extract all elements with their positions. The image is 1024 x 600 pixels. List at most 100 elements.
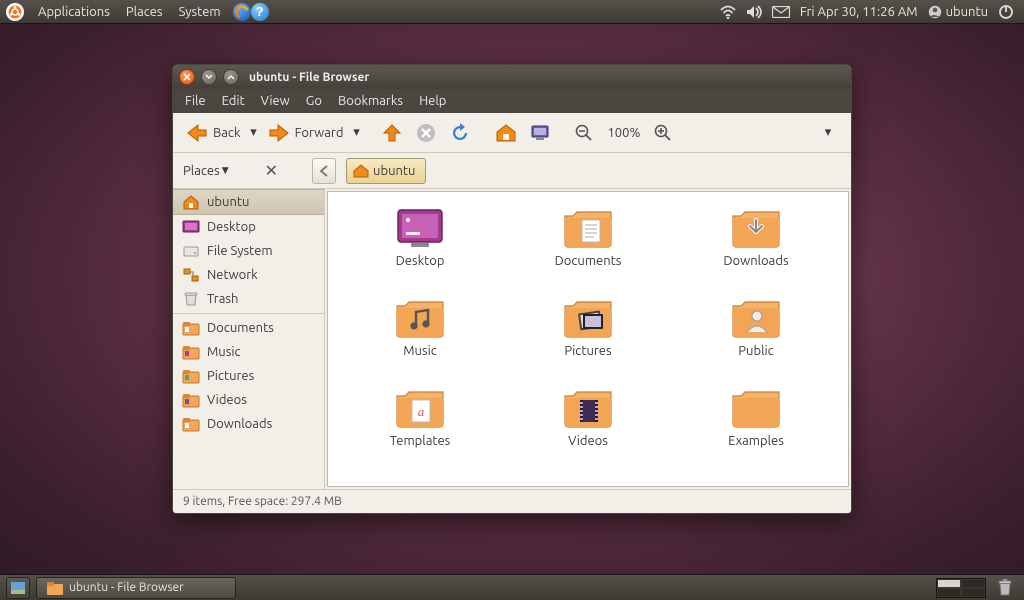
menu-help[interactable]: Help [411, 94, 454, 108]
folder-dl-icon [730, 206, 782, 250]
sidebar-item-trash[interactable]: Trash [173, 287, 324, 311]
window-maximize-button[interactable] [223, 69, 239, 85]
sidebar-item-label: Desktop [207, 220, 256, 234]
forward-button[interactable]: Forward [263, 120, 348, 146]
sidebar-close-icon[interactable]: ✕ [265, 161, 278, 180]
system-tray: Fri Apr 30, 11:26 AM ubuntu [720, 4, 1020, 20]
places-header[interactable]: Places▼ [183, 164, 229, 178]
network-icon[interactable] [720, 5, 736, 19]
file-label: Pictures [564, 344, 611, 358]
workspace-switcher[interactable] [936, 578, 986, 598]
power-icon[interactable] [998, 4, 1014, 20]
menu-go[interactable]: Go [298, 94, 330, 108]
zoom-level: 100% [601, 126, 646, 140]
volume-icon[interactable] [746, 5, 762, 19]
sidebar-item-ubuntu[interactable]: ubuntu [173, 189, 324, 215]
menu-bookmarks[interactable]: Bookmarks [330, 94, 411, 108]
bm-doc-icon [181, 319, 201, 337]
sidebar-item-videos[interactable]: Videos [173, 388, 324, 412]
folder-tmpl-icon: a [394, 386, 446, 430]
window-minimize-button[interactable] [201, 69, 217, 85]
back-label: Back [213, 126, 241, 140]
mail-icon[interactable] [772, 6, 790, 18]
taskbar-item-label: ubuntu - File Browser [69, 581, 184, 594]
sidebar-item-desktop[interactable]: Desktop [173, 215, 324, 239]
folder-doc-icon [562, 206, 614, 250]
sidebar-item-file-system[interactable]: File System [173, 239, 324, 263]
zoom-out-button[interactable] [571, 122, 597, 144]
sidebar-item-label: Music [207, 345, 241, 359]
file-item-templates[interactable]: a Templates [350, 386, 490, 476]
firefox-icon[interactable] [233, 3, 251, 21]
desktop-icon [181, 218, 201, 236]
breadcrumb-back-button[interactable] [312, 158, 336, 184]
view-dropdown[interactable]: ▾ [823, 125, 833, 140]
home-icon [181, 193, 201, 211]
bm-vid-icon [181, 391, 201, 409]
trash-icon [181, 290, 201, 308]
back-dropdown[interactable]: ▾ [249, 125, 259, 140]
menu-system[interactable]: System [171, 5, 229, 19]
network-icon [181, 266, 201, 284]
folder-music-icon [394, 296, 446, 340]
show-desktop-button[interactable] [6, 577, 30, 599]
file-label: Downloads [723, 254, 788, 268]
places-sidebar: ubuntu Desktop File System Network Trash Docu… [173, 189, 325, 489]
menu-view[interactable]: View [253, 94, 298, 108]
file-item-pictures[interactable]: Pictures [518, 296, 658, 386]
menubar: File Edit View Go Bookmarks Help [173, 89, 851, 113]
home-button[interactable] [491, 121, 521, 145]
file-item-public[interactable]: Public [686, 296, 826, 386]
folder-vid-icon [562, 386, 614, 430]
forward-label: Forward [295, 126, 344, 140]
window-titlebar[interactable]: ubuntu - File Browser [173, 65, 851, 89]
user-menu[interactable]: ubuntu [928, 5, 988, 19]
file-item-videos[interactable]: Videos [518, 386, 658, 476]
window-close-button[interactable] [179, 69, 195, 85]
computer-button[interactable] [525, 121, 555, 145]
sidebar-item-label: File System [207, 244, 273, 258]
breadcrumb-current[interactable]: ubuntu [346, 158, 426, 184]
user-label: ubuntu [946, 5, 988, 19]
menu-edit[interactable]: Edit [214, 94, 253, 108]
file-label: Documents [555, 254, 622, 268]
window-title: ubuntu - File Browser [249, 71, 369, 84]
sidebar-item-label: Pictures [207, 369, 254, 383]
file-item-desktop[interactable]: Desktop [350, 206, 490, 296]
file-item-documents[interactable]: Documents [518, 206, 658, 296]
file-label: Public [738, 344, 773, 358]
menu-places[interactable]: Places [118, 5, 171, 19]
sidebar-item-music[interactable]: Music [173, 340, 324, 364]
toolbar: Back ▾ Forward ▾ 100% ▾ [173, 113, 851, 153]
help-icon[interactable]: ? [251, 3, 269, 21]
breadcrumb-label: ubuntu [373, 164, 415, 178]
folder-ex-icon [730, 386, 782, 430]
file-item-music[interactable]: Music [350, 296, 490, 386]
sidebar-item-label: Network [207, 268, 258, 282]
clock[interactable]: Fri Apr 30, 11:26 AM [800, 5, 918, 19]
back-button[interactable]: Back [181, 120, 245, 146]
sidebar-item-network[interactable]: Network [173, 263, 324, 287]
reload-button[interactable] [445, 120, 475, 146]
file-item-downloads[interactable]: Downloads [686, 206, 826, 296]
menu-file[interactable]: File [177, 94, 214, 108]
sidebar-item-documents[interactable]: Documents [173, 316, 324, 340]
file-label: Templates [390, 434, 451, 448]
ubuntu-logo-icon[interactable] [6, 3, 24, 21]
zoom-in-button[interactable] [650, 122, 676, 144]
up-button[interactable] [377, 120, 407, 146]
file-label: Music [403, 344, 437, 358]
stop-button[interactable] [411, 120, 441, 146]
sidebar-item-pictures[interactable]: Pictures [173, 364, 324, 388]
sidebar-separator [173, 313, 324, 314]
sidebar-item-downloads[interactable]: Downloads [173, 412, 324, 436]
top-panel: Applications Places System ? Fri Apr 30,… [0, 0, 1024, 24]
trash-applet-icon[interactable] [994, 578, 1016, 598]
taskbar-item-file-browser[interactable]: ubuntu - File Browser [36, 577, 236, 599]
file-item-examples[interactable]: Examples [686, 386, 826, 476]
forward-dropdown[interactable]: ▾ [351, 125, 361, 140]
bm-dl-icon [181, 415, 201, 433]
svg-text:a: a [418, 404, 425, 419]
bottom-panel: ubuntu - File Browser [0, 574, 1024, 600]
menu-applications[interactable]: Applications [30, 5, 118, 19]
